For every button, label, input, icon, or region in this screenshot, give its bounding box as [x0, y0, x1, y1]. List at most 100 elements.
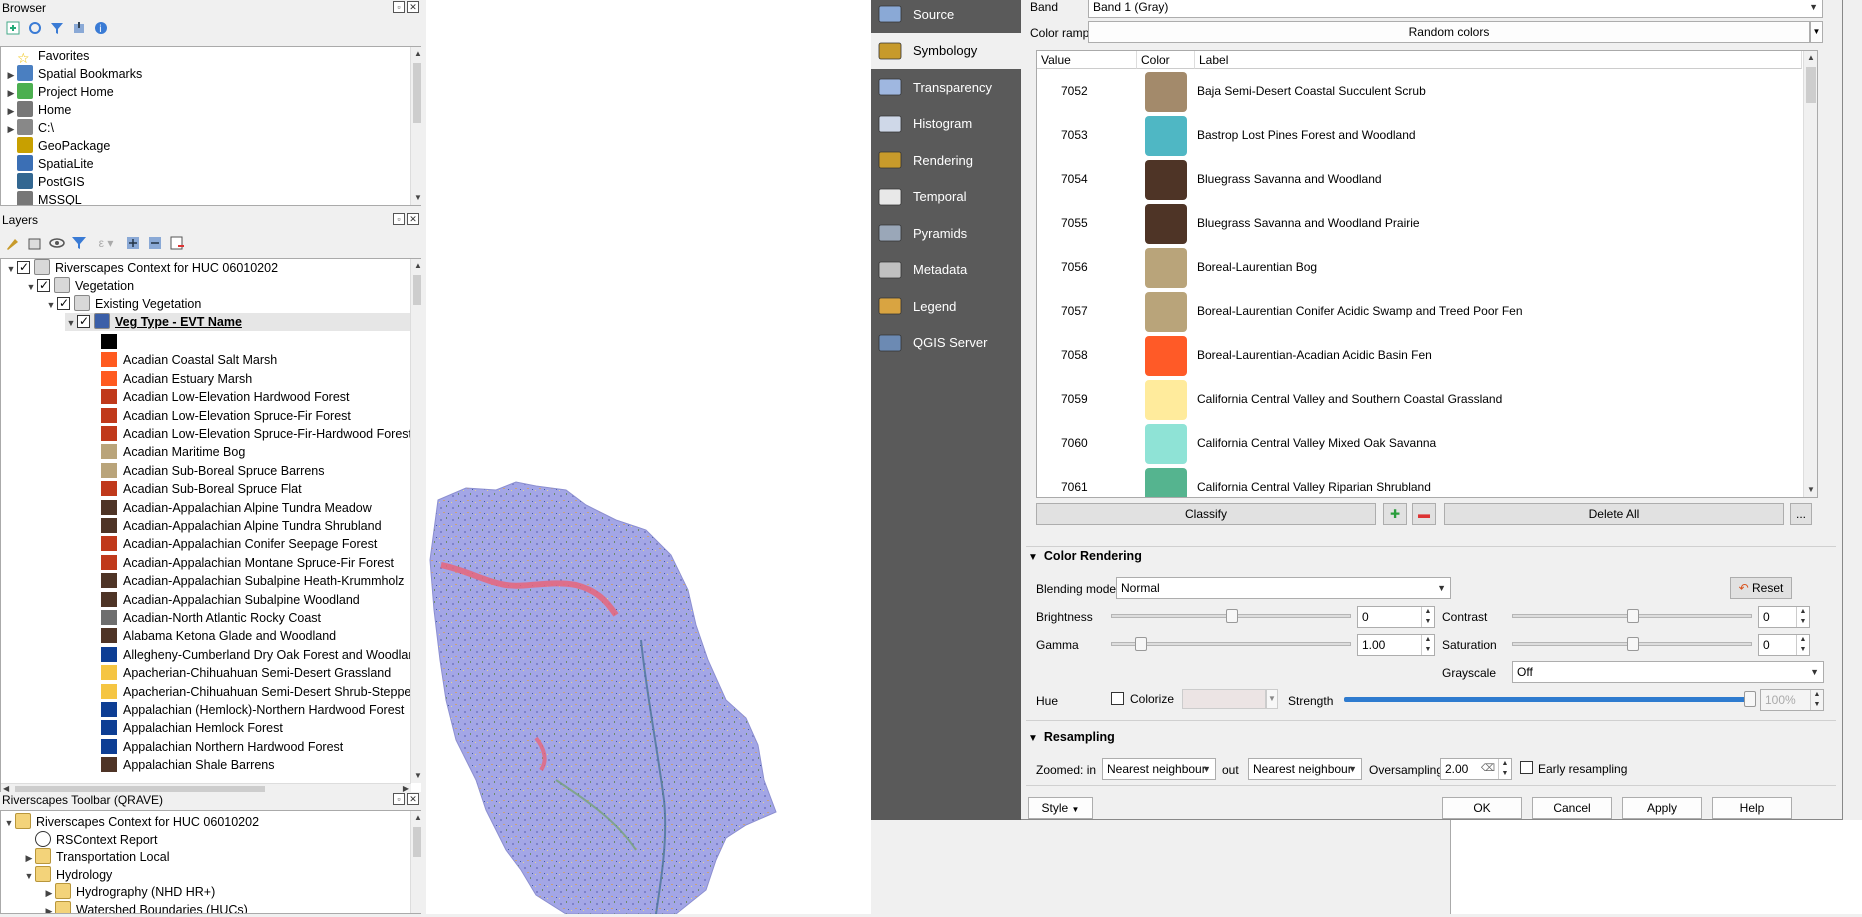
saturation-slider-handle[interactable]: [1627, 637, 1639, 651]
add-group-icon[interactable]: [26, 234, 44, 252]
row-value[interactable]: 7057: [1061, 304, 1088, 318]
expand-arrow-icon[interactable]: ▶: [5, 84, 17, 102]
spin-arrows-icon[interactable]: ▲ ▼: [1796, 607, 1809, 627]
colorize-color-button[interactable]: [1182, 689, 1266, 709]
table-row[interactable]: 7058 Boreal-Laurentian-Acadian Acidic Bas…: [1037, 334, 1802, 378]
row-label[interactable]: California Central Valley and Southern C…: [1197, 392, 1502, 406]
legend-item[interactable]: Appalachian (Hemlock)-Northern Hardwood …: [101, 701, 404, 719]
legend-item[interactable]: Acadian Sub-Boreal Spruce Barrens: [101, 462, 325, 480]
table-row[interactable]: 7056 Boreal-Laurentian Bog: [1037, 246, 1802, 290]
row-value[interactable]: 7061: [1061, 480, 1088, 494]
float-panel-button[interactable]: ▫: [393, 1, 405, 13]
row-label[interactable]: California Central Valley Riparian Shrub…: [1197, 480, 1431, 494]
row-value[interactable]: 7056: [1061, 260, 1088, 274]
nav-item-legend[interactable]: Legend: [871, 288, 1021, 324]
legend-item[interactable]: Appalachian Shale Barrens: [101, 756, 275, 774]
expand-arrow-icon[interactable]: ▶: [23, 849, 35, 867]
row-label[interactable]: Boreal-Laurentian-Acadian Acidic Basin F…: [1197, 348, 1432, 362]
legend-item[interactable]: Acadian-Appalachian Subalpine Woodland: [101, 591, 360, 609]
expand-arrow-icon[interactable]: ▶: [5, 120, 17, 138]
layer-visibility-checkbox[interactable]: [57, 294, 70, 312]
qrave-tree-node[interactable]: ▼ Hydrology: [23, 865, 112, 885]
manage-map-themes-icon[interactable]: [48, 234, 66, 252]
color-ramp-button[interactable]: Random colors: [1088, 21, 1810, 43]
layer-tree-node[interactable]: ▼ Veg Type - EVT Name: [65, 312, 411, 332]
browser-item[interactable]: ☆ Favorites: [5, 47, 89, 66]
expand-arrow-icon[interactable]: ▶: [5, 66, 17, 84]
row-label[interactable]: Bluegrass Savanna and Woodland: [1197, 172, 1382, 186]
spin-arrows-icon[interactable]: ▲ ▼: [1810, 690, 1823, 710]
zoomed-out-combo[interactable]: Nearest neighbour ▼: [1248, 758, 1362, 780]
legend-item[interactable]: Apacherian-Chihuahuan Semi-Desert Shrub-…: [101, 683, 411, 701]
collapse-arrow-icon[interactable]: ▼: [65, 314, 77, 332]
legend-item[interactable]: [101, 333, 123, 351]
spin-arrows-icon[interactable]: ▲ ▼: [1796, 635, 1809, 655]
float-panel-button[interactable]: ▫: [393, 793, 405, 805]
browser-item[interactable]: ▶ Project Home: [5, 83, 114, 101]
help-button[interactable]: Help: [1712, 797, 1792, 819]
legend-item[interactable]: Apacherian-Chihuahuan Semi-Desert Grassl…: [101, 664, 391, 682]
qrave-tree-node[interactable]: ▶ Transportation Local: [23, 848, 170, 866]
table-row[interactable]: 7057 Boreal-Laurentian Conifer Acidic Swa…: [1037, 290, 1802, 334]
info-icon[interactable]: i: [92, 19, 110, 37]
close-panel-button[interactable]: ✕: [407, 1, 419, 13]
browser-item[interactable]: SpatiaLite: [5, 155, 94, 173]
legend-item[interactable]: Acadian-Appalachian Conifer Seepage Fore…: [101, 535, 377, 553]
row-label[interactable]: Bluegrass Savanna and Woodland Prairie: [1197, 216, 1420, 230]
style-menu-button[interactable]: Style ▼: [1028, 797, 1093, 819]
color-dropdown-icon[interactable]: ▼: [1266, 689, 1278, 709]
table-row[interactable]: 7052 Baja Semi-Desert Coastal Succulent S…: [1037, 70, 1802, 114]
column-header-color[interactable]: Color: [1137, 51, 1195, 69]
brightness-slider[interactable]: [1111, 609, 1351, 623]
close-panel-button[interactable]: ✕: [407, 213, 419, 225]
row-color-swatch[interactable]: [1145, 468, 1187, 497]
legend-item[interactable]: Alabama Ketona Glade and Woodland: [101, 627, 336, 645]
row-label[interactable]: Baja Semi-Desert Coastal Succulent Scrub: [1197, 84, 1426, 98]
layer-tree-node[interactable]: ▼ Riverscapes Context for HUC 06010202: [5, 259, 278, 277]
legend-item[interactable]: Acadian-Appalachian Alpine Tundra Meadow: [101, 499, 372, 517]
zoomed-in-combo[interactable]: Nearest neighbour ▼: [1102, 758, 1216, 780]
nav-item-histogram[interactable]: Histogram: [871, 106, 1021, 142]
expand-arrow-icon[interactable]: ▶: [43, 884, 55, 902]
close-panel-button[interactable]: ✕: [407, 793, 419, 805]
more-options-button[interactable]: ...: [1790, 503, 1812, 525]
colorize-checkbox[interactable]: [1111, 692, 1124, 705]
strength-slider-handle[interactable]: [1744, 691, 1756, 707]
row-color-swatch[interactable]: [1145, 292, 1187, 332]
blending-mode-combo[interactable]: Normal ▼: [1116, 577, 1451, 599]
contrast-slider-handle[interactable]: [1627, 609, 1639, 623]
collapse-arrow-icon[interactable]: ▼: [23, 867, 35, 885]
classify-button[interactable]: Classify: [1036, 503, 1376, 525]
table-row[interactable]: 7061 California Central Valley Riparian S…: [1037, 466, 1802, 497]
expand-all-icon[interactable]: [124, 234, 142, 252]
browser-item[interactable]: GeoPackage: [5, 137, 110, 155]
collapse-all-icon[interactable]: [146, 234, 164, 252]
legend-item[interactable]: Acadian Low-Elevation Hardwood Forest: [101, 388, 350, 406]
browser-item[interactable]: ▶ Home: [5, 101, 71, 119]
filter-expression-icon[interactable]: ε ▾: [92, 234, 120, 252]
legend-item[interactable]: Acadian Estuary Marsh: [101, 370, 252, 388]
browser-item[interactable]: ▶ Spatial Bookmarks: [5, 65, 142, 83]
strength-slider[interactable]: [1344, 691, 1756, 707]
browser-item[interactable]: ▶ C:\: [5, 119, 54, 137]
remove-layer-icon[interactable]: [168, 234, 186, 252]
row-color-swatch[interactable]: [1145, 204, 1187, 244]
row-color-swatch[interactable]: [1145, 336, 1187, 376]
nav-item-rendering[interactable]: Rendering: [871, 142, 1021, 178]
reset-button[interactable]: ↶ Reset: [1730, 577, 1792, 599]
contrast-spinbox[interactable]: 0 ▲ ▼: [1758, 606, 1810, 628]
nav-item-pyramids[interactable]: Pyramids: [871, 215, 1021, 251]
table-scrollbar[interactable]: ▲ ▼: [1803, 51, 1817, 497]
row-label[interactable]: California Central Valley Mixed Oak Sava…: [1197, 436, 1436, 450]
legend-item[interactable]: Acadian-North Atlantic Rocky Coast: [101, 609, 321, 627]
ok-button[interactable]: OK: [1442, 797, 1522, 819]
filter-legend-icon[interactable]: [70, 234, 88, 252]
apply-button[interactable]: Apply: [1622, 797, 1702, 819]
color-rendering-header[interactable]: ▼ Color Rendering: [1028, 549, 1142, 563]
brightness-slider-handle[interactable]: [1226, 609, 1238, 623]
nav-item-qgis-server[interactable]: QGIS Server: [871, 325, 1021, 361]
qrave-tree-node[interactable]: ▶ Watershed Boundaries (HUCs): [43, 900, 248, 913]
row-value[interactable]: 7052: [1061, 84, 1088, 98]
row-color-swatch[interactable]: [1145, 160, 1187, 200]
browser-item[interactable]: PostGIS: [5, 173, 85, 191]
